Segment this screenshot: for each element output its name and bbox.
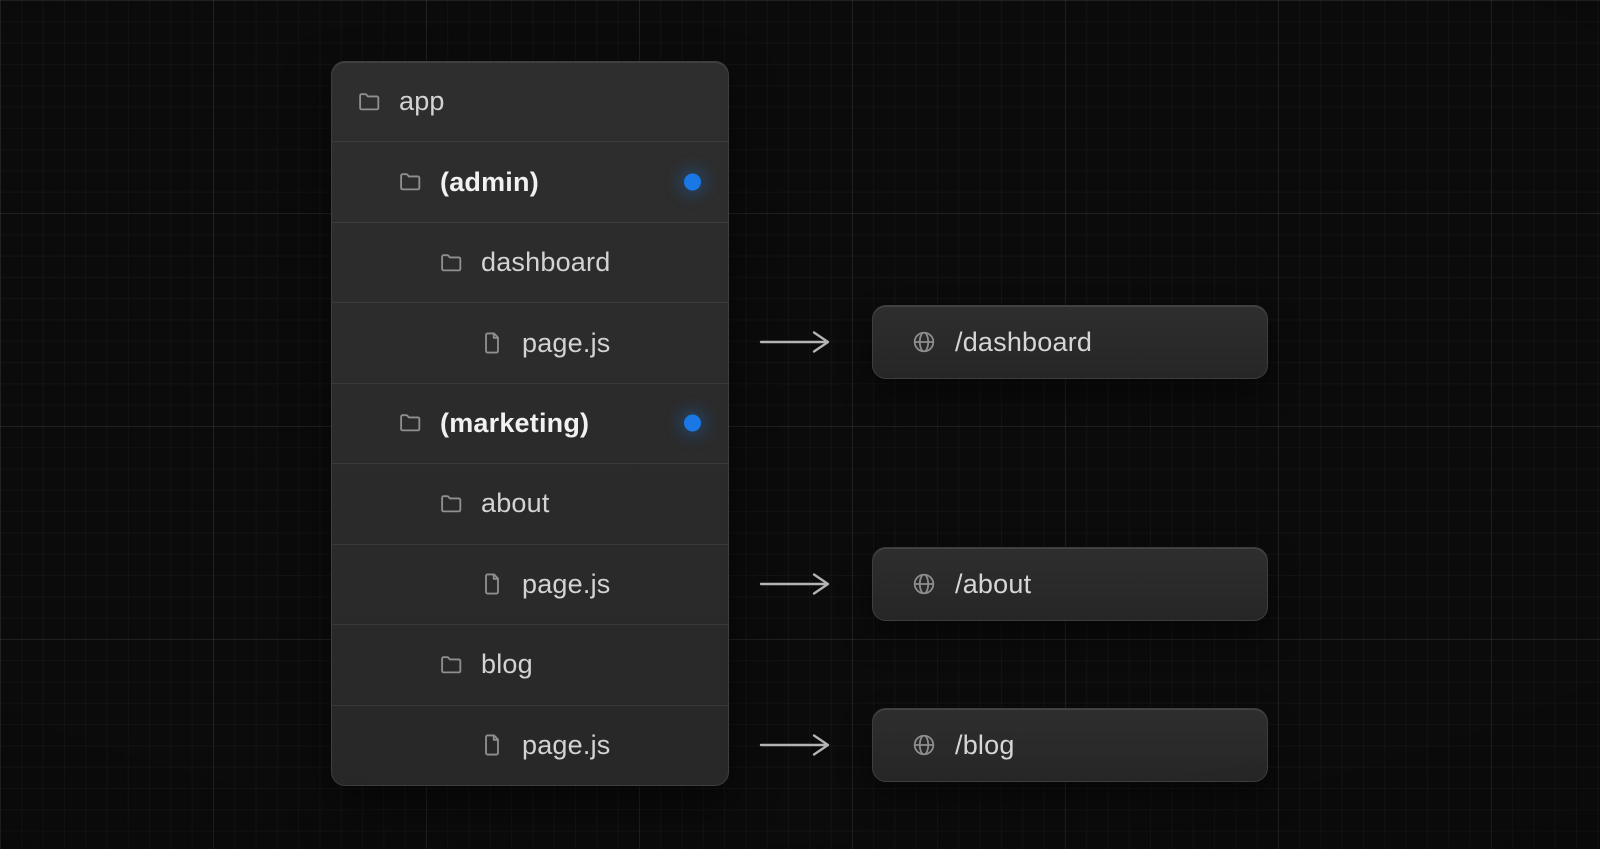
tree-row-app: app — [332, 62, 728, 141]
file-icon — [479, 330, 505, 356]
globe-icon — [911, 329, 937, 355]
globe-icon — [911, 732, 937, 758]
tree-row-page-js: page.js — [332, 544, 728, 624]
tree-row-marketing: (marketing) — [332, 383, 728, 463]
tree-row-label: about — [481, 488, 550, 519]
tree-row-label: (admin) — [440, 167, 539, 198]
route-groups-diagram: app (admin) dashboard page.js (marketing) abo… — [0, 0, 1600, 849]
tree-row-blog: blog — [332, 624, 728, 704]
folder-icon — [397, 169, 423, 195]
folder-icon — [356, 89, 382, 115]
folder-icon — [438, 652, 464, 678]
tree-row-label: blog — [481, 649, 533, 680]
file-tree-panel: app (admin) dashboard page.js (marketing) abo… — [331, 61, 729, 786]
folder-icon — [438, 491, 464, 517]
tree-row-about: about — [332, 463, 728, 543]
tree-row-label: app — [399, 86, 445, 117]
route-path-label: /about — [955, 569, 1031, 600]
tree-row-page-js: page.js — [332, 302, 728, 382]
tree-row-dashboard: dashboard — [332, 222, 728, 302]
route-path-label: /blog — [955, 730, 1015, 761]
tree-row-label: dashboard — [481, 247, 610, 278]
route-chip-blog: /blog — [872, 708, 1268, 782]
file-icon — [479, 571, 505, 597]
route-chip-dashboard: /dashboard — [872, 305, 1268, 379]
tree-row-label: page.js — [522, 328, 610, 359]
route-group-dot — [684, 174, 701, 191]
globe-icon — [911, 571, 937, 597]
route-group-dot — [684, 415, 701, 432]
folder-icon — [397, 410, 423, 436]
file-icon — [479, 732, 505, 758]
route-chip-about: /about — [872, 547, 1268, 621]
tree-row-admin: (admin) — [332, 141, 728, 221]
arrow-right-icon — [758, 571, 842, 597]
folder-icon — [438, 250, 464, 276]
tree-row-label: page.js — [522, 569, 610, 600]
arrow-right-icon — [758, 732, 842, 758]
tree-row-label: page.js — [522, 730, 610, 761]
route-path-label: /dashboard — [955, 327, 1092, 358]
tree-row-page-js: page.js — [332, 705, 728, 785]
tree-row-label: (marketing) — [440, 408, 589, 439]
arrow-right-icon — [758, 329, 842, 355]
